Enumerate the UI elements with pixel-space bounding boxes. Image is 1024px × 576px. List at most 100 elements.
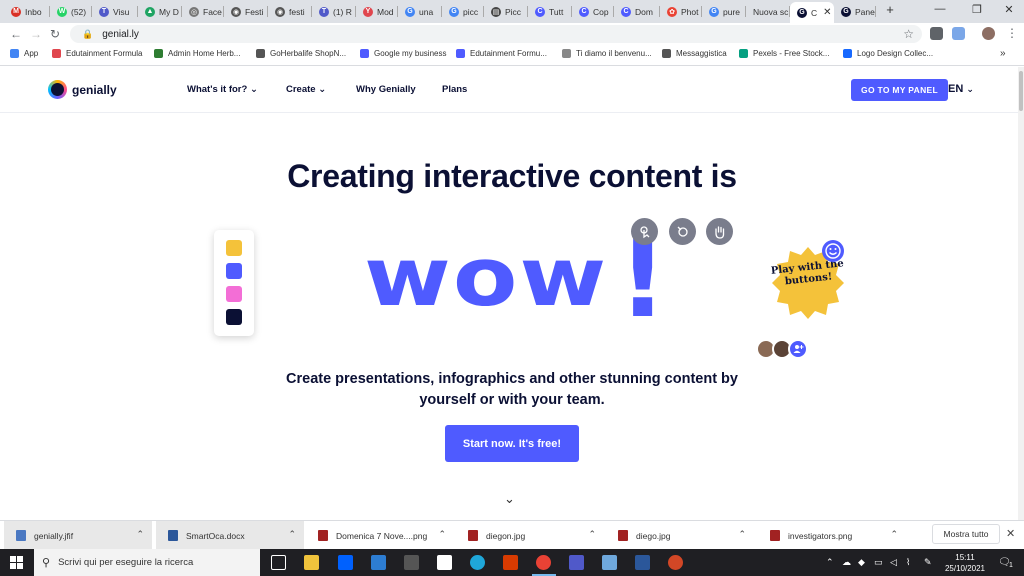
browser-tab[interactable]: ◉ Festi [224, 2, 268, 21]
show-all-downloads-button[interactable]: Mostra tutto [932, 524, 1000, 544]
teams-icon[interactable] [569, 555, 584, 570]
amazon-icon[interactable] [437, 555, 452, 570]
bookmark-item[interactable]: Google my business [360, 49, 446, 58]
language-selector[interactable]: EN ⌄ [948, 83, 974, 95]
pen-icon[interactable]: ✎ [924, 557, 932, 568]
profile-avatar[interactable] [982, 27, 995, 40]
download-item[interactable]: investigators.png ⌃ [758, 521, 906, 550]
download-options-chevron-icon[interactable]: ⌃ [288, 529, 296, 540]
minimize-button[interactable]: — [925, 3, 955, 15]
browser-tab[interactable]: C Cop [572, 2, 614, 21]
download-options-chevron-icon[interactable]: ⌃ [738, 529, 746, 540]
extension-icon[interactable] [930, 27, 943, 40]
bookmark-item[interactable]: App [10, 49, 38, 58]
taskbar-search-input[interactable]: ⚲ Scrivi qui per eseguire la ricerca [34, 549, 260, 576]
color-palette[interactable] [214, 230, 254, 336]
bookmark-item[interactable]: Ti diamo il benvenu... [562, 49, 652, 58]
download-options-chevron-icon[interactable]: ⌃ [890, 529, 898, 540]
genially-logo[interactable]: genially [48, 80, 117, 99]
file-explorer-icon[interactable] [304, 555, 319, 570]
bookmark-star-icon[interactable]: ☆ [903, 27, 914, 41]
click-interaction-button[interactable] [669, 218, 696, 245]
reload-icon[interactable]: ↻ [50, 27, 60, 41]
palette-swatch-pink[interactable] [226, 286, 242, 302]
palette-swatch-navy[interactable] [226, 309, 242, 325]
bookmark-item[interactable]: Edutainment Formula [52, 49, 142, 58]
browser-tab[interactable]: T Visu [92, 2, 138, 21]
browser-tab[interactable]: G Pane [834, 2, 876, 21]
browser-tab[interactable]: ▤ Picc [484, 2, 528, 21]
palette-swatch-blue[interactable] [226, 263, 242, 279]
grab-interaction-button[interactable] [706, 218, 733, 245]
browser-tab[interactable]: G C ✕ [790, 2, 834, 23]
volume-icon[interactable]: ◁ [890, 557, 897, 568]
powerpoint-icon[interactable] [668, 555, 683, 570]
word-icon[interactable] [635, 555, 650, 570]
weather-icon[interactable]: ☁ [842, 557, 851, 568]
close-downloads-bar-icon[interactable]: ✕ [1006, 527, 1015, 540]
page-scrollbar[interactable] [1018, 67, 1024, 520]
browser-tab[interactable]: ▲ My D [138, 2, 182, 21]
scroll-down-chevron-icon[interactable]: ⌄ [504, 491, 515, 507]
bookmark-item[interactable]: Pexels - Free Stock... [739, 49, 829, 58]
nav-create[interactable]: Create ⌄ [286, 84, 326, 95]
windows-start-icon[interactable] [10, 556, 23, 569]
tray-chevron-icon[interactable]: ⌃ [826, 557, 834, 568]
browser-tab[interactable]: C Dom [614, 2, 660, 21]
tab-close-icon[interactable]: ✕ [823, 7, 831, 18]
close-window-button[interactable]: ✕ [994, 3, 1024, 16]
mail-icon[interactable] [404, 555, 419, 570]
download-item[interactable]: SmartOca.docx ⌃ [156, 521, 304, 550]
chrome-icon[interactable] [536, 555, 551, 570]
browser-menu-icon[interactable]: ⋮ [1006, 26, 1018, 40]
download-options-chevron-icon[interactable]: ⌃ [438, 529, 446, 540]
nav-why-genially[interactable]: Why Genially [356, 84, 416, 95]
browser-tab[interactable]: T (1) R [312, 2, 356, 21]
browser-tab[interactable]: ◎ Face [182, 2, 224, 21]
network-icon[interactable]: ⌇ [906, 557, 910, 568]
go-to-my-panel-button[interactable]: GO TO MY PANEL [851, 79, 948, 101]
scrollbar-thumb[interactable] [1019, 71, 1023, 111]
browser-tab[interactable]: ◉ festi [268, 2, 312, 21]
nav-plans[interactable]: Plans [442, 84, 467, 95]
browser-tab[interactable]: Y Mod [356, 2, 398, 21]
download-item[interactable]: genially.jfif ⌃ [4, 521, 152, 550]
browser-tab[interactable]: W (52) [50, 2, 92, 21]
battery-icon[interactable]: ▭ [874, 557, 883, 568]
maximize-button[interactable]: ❐ [962, 3, 992, 16]
tap-interaction-button[interactable] [631, 218, 658, 245]
smiley-icon[interactable] [822, 240, 844, 262]
task-view-icon[interactable] [271, 555, 286, 570]
browser-tab[interactable]: C Tutt [528, 2, 572, 21]
store-icon[interactable] [371, 555, 386, 570]
bookmarks-more-icon[interactable]: » [1000, 48, 1006, 59]
new-tab-button[interactable]: + [875, 2, 905, 17]
forward-icon[interactable]: → [30, 27, 42, 41]
start-now-button[interactable]: Start now. It's free! [445, 425, 579, 462]
browser-tab[interactable]: Gpicc [442, 2, 484, 21]
bookmark-item[interactable]: Admin Home Herb... [154, 49, 240, 58]
back-icon[interactable]: ← [10, 27, 22, 41]
office-icon[interactable] [503, 555, 518, 570]
browser-tab[interactable]: Guna [398, 2, 442, 21]
browser-tab[interactable]: M Inbo [4, 2, 50, 21]
taskbar-clock[interactable]: 15:11 25/10/2021 [944, 552, 986, 574]
palette-swatch-yellow[interactable] [226, 240, 242, 256]
download-options-chevron-icon[interactable]: ⌃ [136, 529, 144, 540]
extension-feather-icon[interactable] [952, 27, 965, 40]
browser-tab[interactable]: ✿ Phot [660, 2, 702, 21]
nav-whats-it-for[interactable]: What's it for? ⌄ [187, 84, 258, 95]
bookmark-item[interactable]: Edutainment Formu... [456, 49, 547, 58]
download-item[interactable]: diego.jpg ⌃ [606, 521, 754, 550]
dropbox-tray-icon[interactable]: ◆ [858, 557, 865, 568]
download-item[interactable]: diegon.jpg ⌃ [456, 521, 604, 550]
bookmark-item[interactable]: Logo Design Collec... [843, 49, 933, 58]
address-bar[interactable]: 🔒 genial.ly ☆ [70, 25, 922, 43]
browser-tab[interactable]: Gpure [702, 2, 746, 21]
download-item[interactable]: Domenica 7 Nove....png ⌃ [306, 521, 454, 550]
download-options-chevron-icon[interactable]: ⌃ [588, 529, 596, 540]
browser-tab[interactable]: Nuova sc [746, 2, 790, 21]
edge-icon[interactable] [470, 555, 485, 570]
notes-icon[interactable] [602, 555, 617, 570]
bookmark-item[interactable]: Messaggistica [662, 49, 727, 58]
